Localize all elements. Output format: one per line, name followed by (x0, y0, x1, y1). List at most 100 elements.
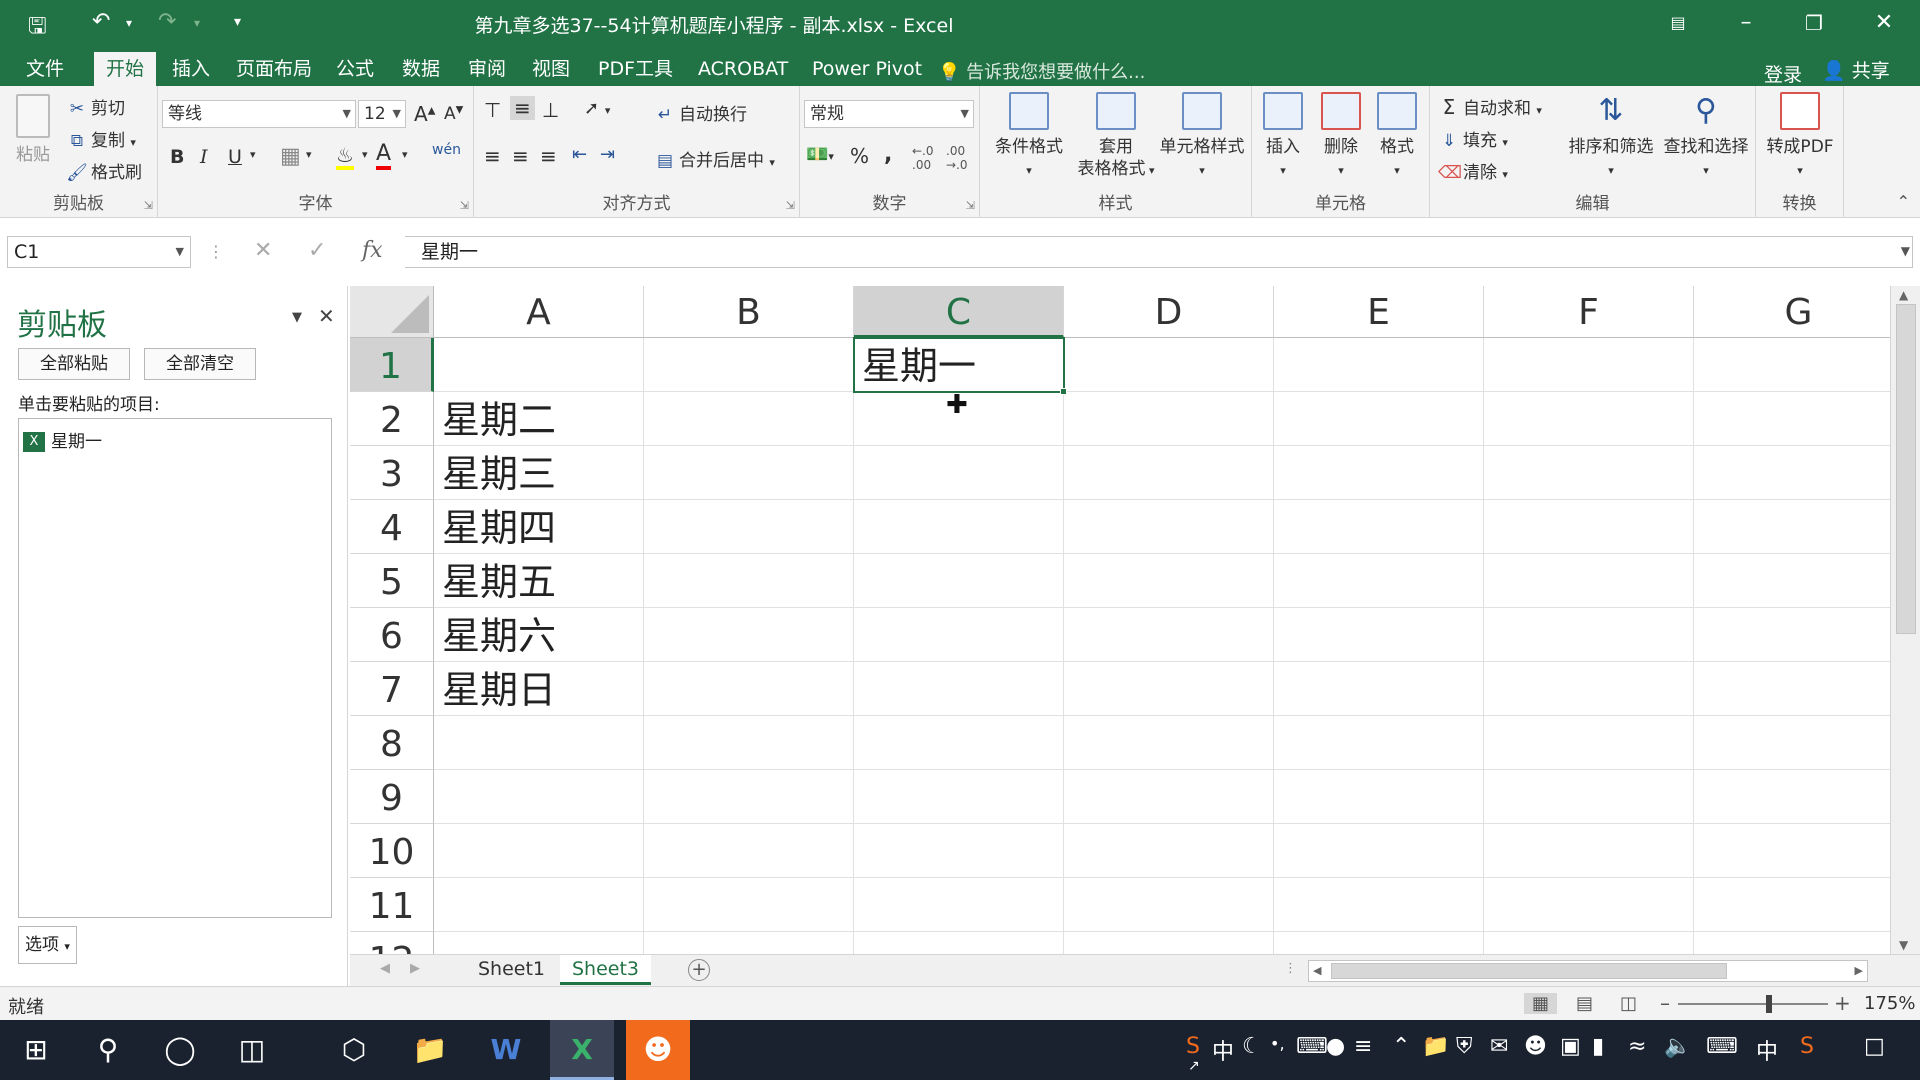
row-header-3[interactable]: 3 (350, 446, 434, 500)
cell-f10[interactable] (1484, 824, 1694, 878)
font-name-select[interactable]: 等线 ▼ (162, 100, 356, 128)
row-header-8[interactable]: 8 (350, 716, 434, 770)
close-icon[interactable]: ✕ (1856, 6, 1912, 40)
page-break-view-icon[interactable]: ◫ (1620, 993, 1637, 1014)
cell-g12[interactable] (1694, 932, 1890, 954)
cell-f8[interactable] (1484, 716, 1694, 770)
cell-c6[interactable] (854, 608, 1064, 662)
cell-b12[interactable] (644, 932, 854, 954)
cell-b11[interactable] (644, 878, 854, 932)
cell-c11[interactable] (854, 878, 1064, 932)
align-left-icon[interactable]: ≡ (484, 144, 501, 168)
cell-f7[interactable] (1484, 662, 1694, 716)
cell-a1[interactable] (434, 338, 644, 392)
cell-g9[interactable] (1694, 770, 1890, 824)
tab-data[interactable]: 数据 (390, 52, 452, 86)
cell-d7[interactable] (1064, 662, 1274, 716)
tab-file[interactable]: 文件 (14, 52, 76, 86)
border-dropdown-icon[interactable]: ▾ (306, 148, 312, 161)
formula-input[interactable]: 星期一 (405, 236, 1913, 268)
collapse-ribbon-icon[interactable]: ⌃ (1897, 192, 1910, 211)
cell-g1[interactable] (1694, 338, 1890, 392)
chat-icon[interactable]: ✉ (1490, 1034, 1508, 1059)
sort-filter-button[interactable]: ⇅ 排序和筛选 ▾ (1562, 92, 1660, 182)
normal-view-icon[interactable]: ▦ (1524, 993, 1558, 1014)
notification-icon[interactable]: □ (1864, 1034, 1885, 1059)
cell-d12[interactable] (1064, 932, 1274, 954)
share-button[interactable]: 👤 共享 (1822, 56, 1890, 83)
confirm-entry-icon[interactable]: ✓ (308, 238, 326, 263)
cell-a10[interactable] (434, 824, 644, 878)
decrease-indent-icon[interactable]: ⇤ (572, 144, 587, 165)
user-icon[interactable]: ● (1326, 1034, 1345, 1059)
row-header-4[interactable]: 4 (350, 500, 434, 554)
zoom-slider-thumb[interactable] (1766, 995, 1772, 1013)
cell-d4[interactable] (1064, 500, 1274, 554)
cell-g8[interactable] (1694, 716, 1890, 770)
cell-b2[interactable] (644, 392, 854, 446)
phonetic-icon[interactable]: wén (432, 142, 461, 158)
zoom-slider[interactable] (1678, 1003, 1828, 1005)
clipboard-launcher-icon[interactable]: ⇲ (144, 199, 153, 212)
sogou-tray-icon[interactable]: S (1800, 1034, 1814, 1059)
autosum-button[interactable]: Σ 自动求和 ▾ (1438, 94, 1542, 119)
align-center-icon[interactable]: ≡ (512, 144, 529, 168)
cell-g11[interactable] (1694, 878, 1890, 932)
cell-a8[interactable] (434, 716, 644, 770)
worksheet-grid[interactable]: A B C D E F G 1 星期一 2 星期二 3 星期三 4 星期四 5 星期五 6 星期六 7 星期日 8 9 10 1… (350, 286, 1890, 954)
column-header-g[interactable]: G (1694, 286, 1890, 338)
qq-icon[interactable]: ☻ (626, 1020, 690, 1080)
name-box[interactable]: C1 ▼ (7, 236, 191, 268)
cell-d1[interactable] (1064, 338, 1274, 392)
format-as-table-button[interactable]: 套用 表格格式 ▾ (1070, 92, 1162, 182)
cell-d8[interactable] (1064, 716, 1274, 770)
cell-g6[interactable] (1694, 608, 1890, 662)
cell-d2[interactable] (1064, 392, 1274, 446)
ime-language-indicator[interactable]: 中 (1756, 1034, 1778, 1066)
wifi-icon[interactable]: ≈ (1628, 1034, 1646, 1059)
cell-a7[interactable]: 星期日 (434, 662, 644, 716)
column-header-c[interactable]: C (854, 286, 1064, 338)
orientation-icon[interactable]: ➚ ▾ (584, 98, 610, 119)
cell-e10[interactable] (1274, 824, 1484, 878)
security-icon[interactable]: ⛨ (1456, 1034, 1473, 1059)
cell-f2[interactable] (1484, 392, 1694, 446)
excel-icon[interactable]: X (550, 1020, 614, 1080)
row-header-7[interactable]: 7 (350, 662, 434, 716)
decrease-font-icon[interactable]: A▼ (444, 104, 463, 124)
paste-all-button[interactable]: 全部粘贴 (18, 348, 130, 380)
cell-a12[interactable] (434, 932, 644, 954)
cell-f12[interactable] (1484, 932, 1694, 954)
increase-decimal-icon[interactable]: ←.0.00 (912, 144, 934, 172)
cell-e5[interactable] (1274, 554, 1484, 608)
prev-sheet-icon[interactable]: ◀ (380, 961, 390, 976)
align-right-icon[interactable]: ≡ (540, 144, 557, 168)
decrease-decimal-icon[interactable]: .00 →.0 (946, 144, 968, 172)
cell-a2[interactable]: 星期二 (434, 392, 644, 446)
cell-g4[interactable] (1694, 500, 1890, 554)
cell-e7[interactable] (1274, 662, 1484, 716)
paste-button[interactable]: 粘贴 (8, 94, 58, 166)
cell-c5[interactable] (854, 554, 1064, 608)
copy-button[interactable]: ⧉ 复制 ▾ (66, 126, 136, 151)
word-icon[interactable]: W (474, 1020, 538, 1080)
row-header-1[interactable]: 1 (350, 338, 434, 392)
underline-button[interactable]: U (228, 146, 242, 168)
cell-a6[interactable]: 星期六 (434, 608, 644, 662)
cell-b1[interactable] (644, 338, 854, 392)
cell-e4[interactable] (1274, 500, 1484, 554)
next-sheet-icon[interactable]: ▶ (410, 961, 420, 976)
cell-f3[interactable] (1484, 446, 1694, 500)
comma-button[interactable]: , (884, 142, 892, 167)
cell-e8[interactable] (1274, 716, 1484, 770)
font-color-dropdown-icon[interactable]: ▾ (402, 148, 408, 161)
alignment-launcher-icon[interactable]: ⇲ (786, 199, 795, 212)
restore-icon[interactable]: ❐ (1786, 6, 1842, 40)
cell-e12[interactable] (1274, 932, 1484, 954)
cell-b3[interactable] (644, 446, 854, 500)
format-cells-button[interactable]: 格式 ▾ (1370, 92, 1424, 182)
scroll-left-icon[interactable]: ◀ (1313, 964, 1321, 977)
cell-b5[interactable] (644, 554, 854, 608)
file-explorer-icon[interactable]: 📁 (398, 1020, 462, 1080)
cell-e3[interactable] (1274, 446, 1484, 500)
